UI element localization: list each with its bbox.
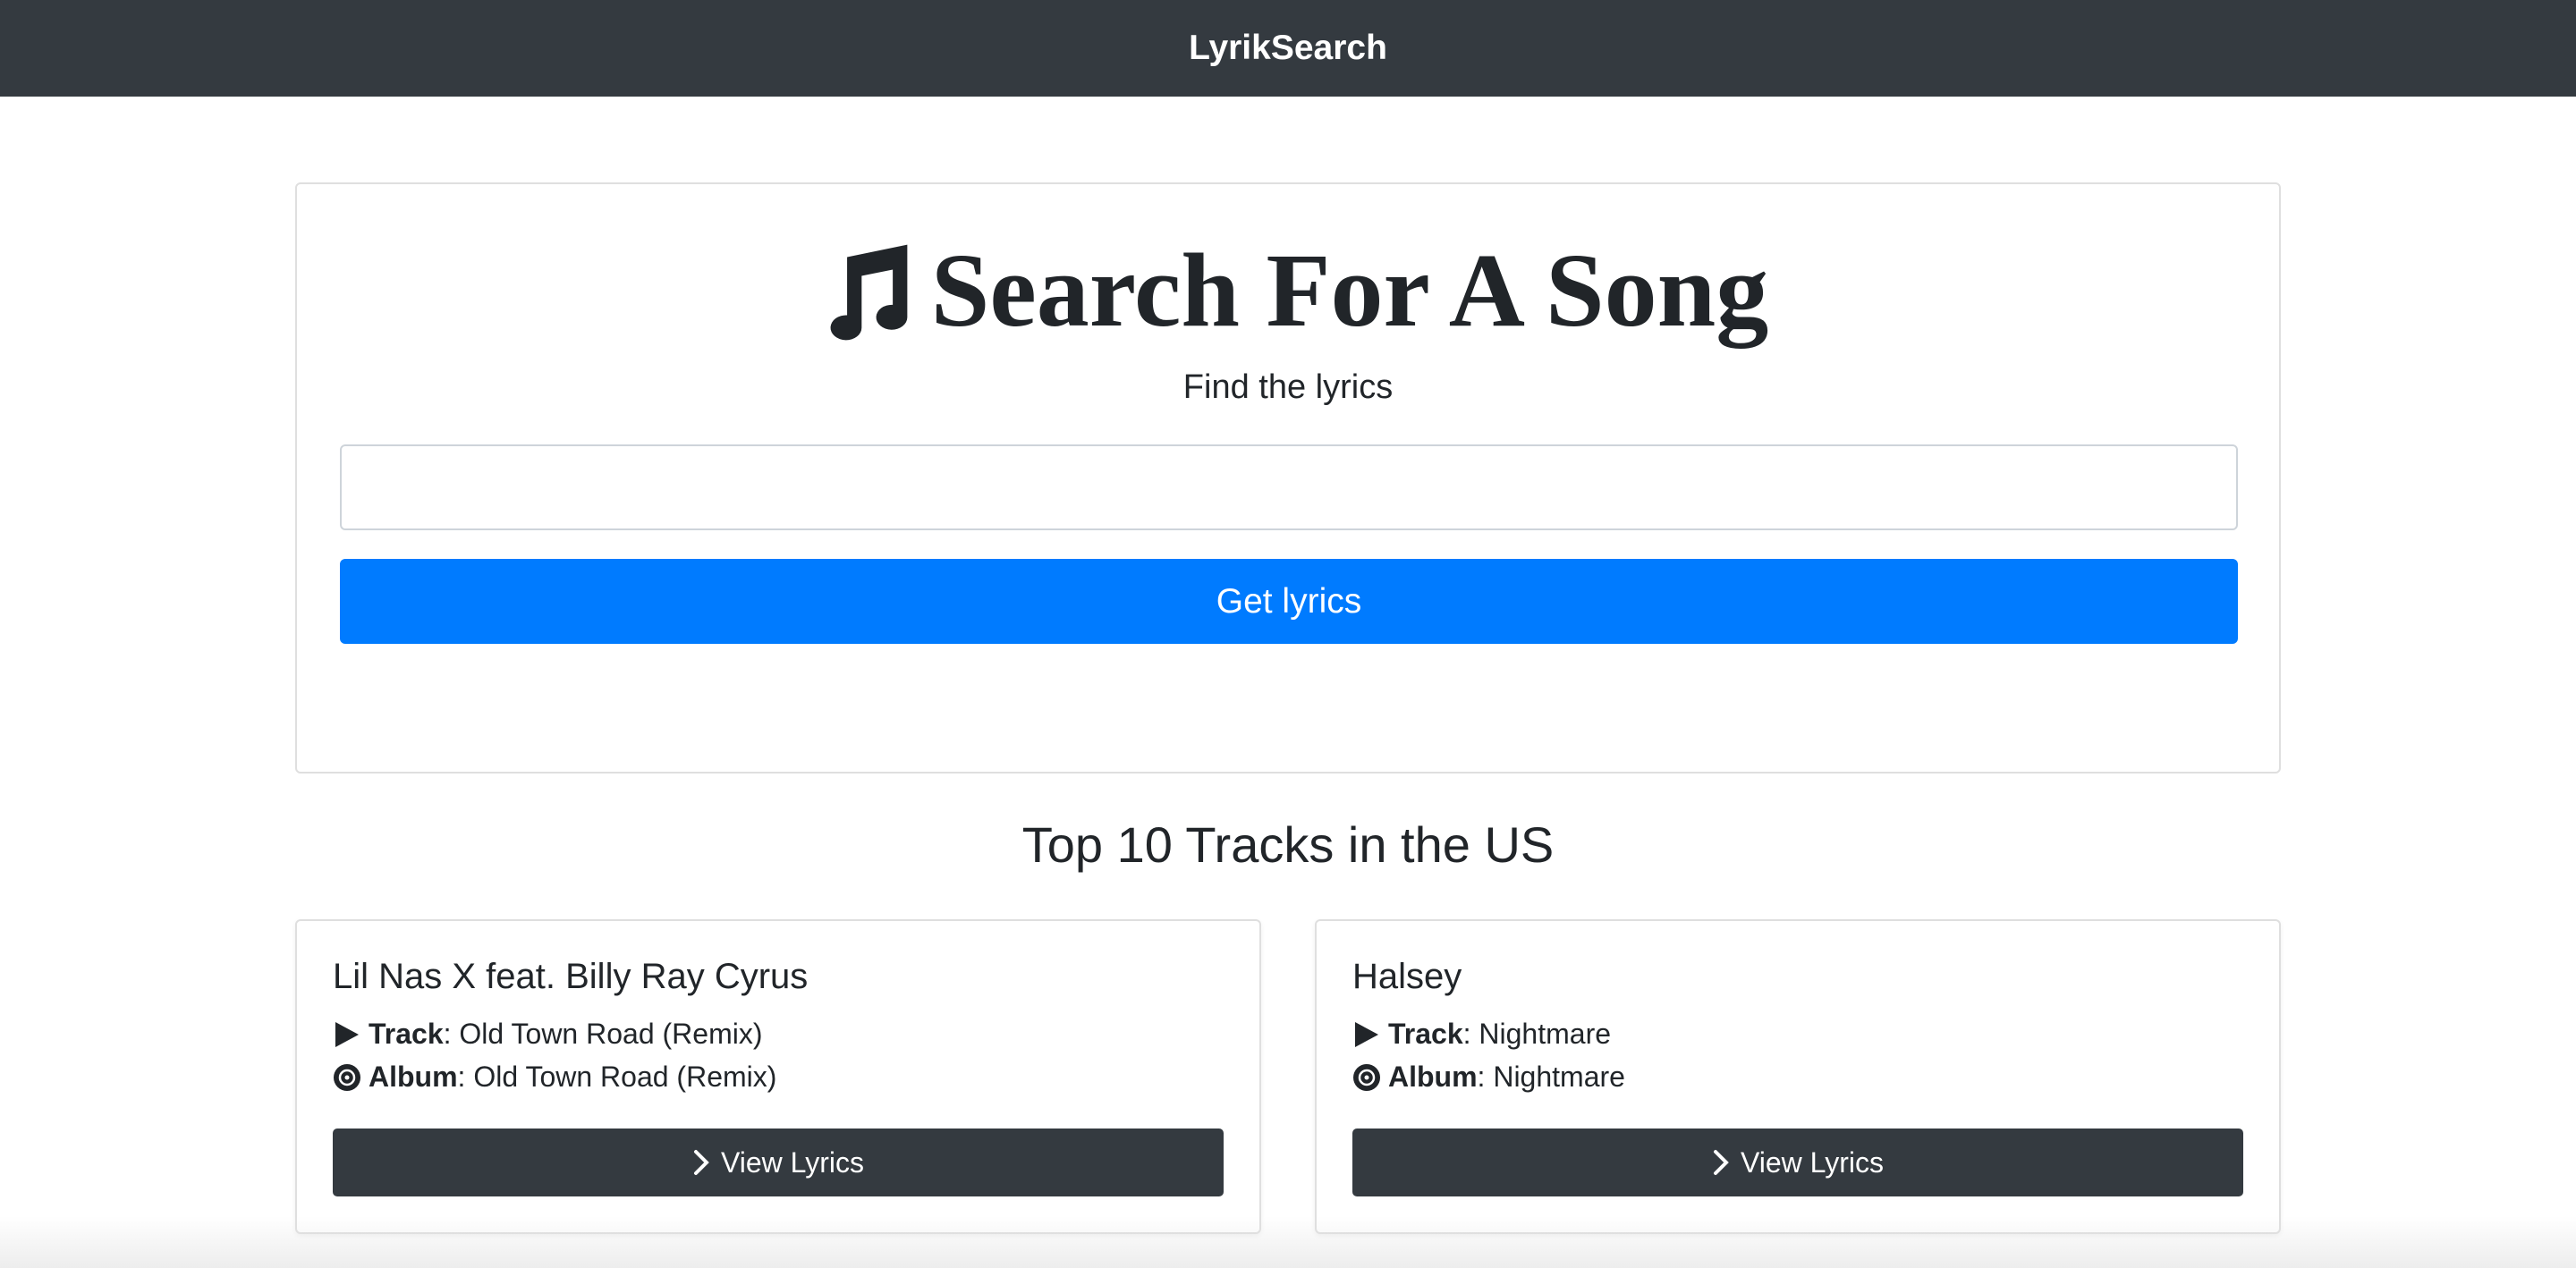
album-label: Album	[369, 1061, 458, 1093]
album-disc-icon	[334, 1063, 360, 1091]
brand-logo-text[interactable]: LyrikSearch	[1189, 29, 1387, 68]
track-row: Track: Nightmare	[1352, 1018, 1611, 1051]
search-input[interactable]	[340, 444, 2238, 530]
top-tracks-heading: Top 10 Tracks in the US	[1021, 816, 1555, 873]
album-disc-icon	[1353, 1063, 1380, 1091]
get-lyrics-button[interactable]: Get lyrics	[340, 559, 2238, 644]
track-label: Track	[369, 1018, 444, 1050]
track-row: Track: Old Town Road (Remix)	[333, 1018, 762, 1051]
track-card: Lil Nas X feat. Billy Ray Cyrus Track: O…	[295, 919, 1261, 1234]
album-row: Album: Nightmare	[1352, 1061, 1625, 1094]
album-row: Album: Old Town Road (Remix)	[333, 1061, 776, 1094]
page-subtitle: Find the lyrics	[1182, 368, 1394, 406]
album-name: Old Town Road (Remix)	[473, 1061, 777, 1093]
hero-heading: Search For A Song	[297, 232, 2279, 349]
music-note-icon	[830, 244, 908, 341]
track-card: Halsey Track: Nightmare Album: Nightmare…	[1315, 919, 2281, 1234]
track-name: Old Town Road (Remix)	[459, 1018, 763, 1050]
page-title: Search For A Song	[930, 232, 1769, 349]
track-label: Track	[1388, 1018, 1463, 1050]
play-icon	[1355, 1021, 1378, 1047]
album-name: Nightmare	[1493, 1061, 1625, 1093]
view-lyrics-button[interactable]: View Lyrics	[333, 1129, 1224, 1196]
artist-name: Lil Nas X feat. Billy Ray Cyrus	[333, 957, 809, 996]
view-lyrics-button[interactable]: View Lyrics	[1352, 1129, 2243, 1196]
play-icon	[335, 1021, 359, 1047]
search-card: Search For A Song Find the lyrics Get ly…	[295, 182, 2281, 773]
view-lyrics-label: View Lyrics	[720, 1145, 865, 1179]
navbar: LyrikSearch	[0, 0, 2576, 97]
chevron-right-icon	[693, 1150, 709, 1175]
view-lyrics-label: View Lyrics	[1740, 1145, 1885, 1179]
track-name: Nightmare	[1479, 1018, 1612, 1050]
artist-name: Halsey	[1352, 957, 1462, 996]
album-label: Album	[1388, 1061, 1478, 1093]
chevron-right-icon	[1713, 1150, 1729, 1175]
